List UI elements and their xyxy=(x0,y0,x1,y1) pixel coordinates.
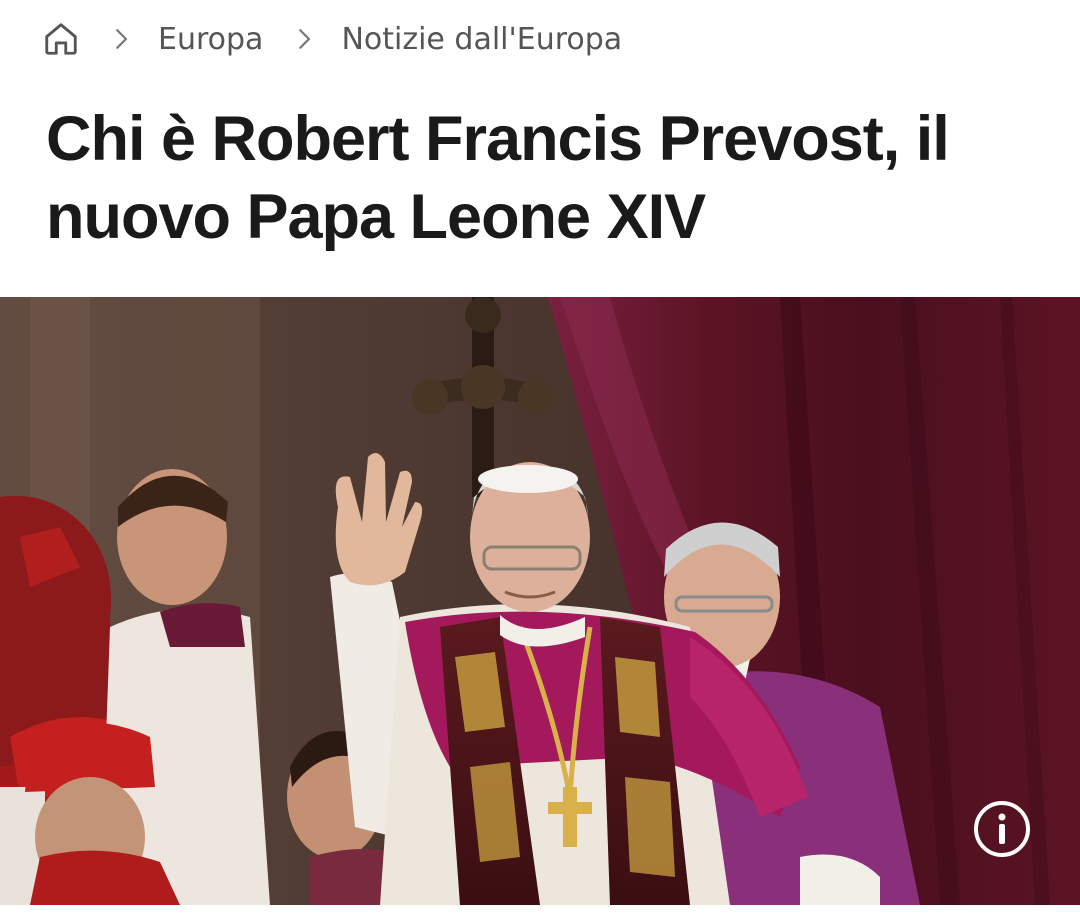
article-title: Chi è Robert Francis Prevost, il nuovo P… xyxy=(46,104,950,252)
info-icon[interactable] xyxy=(973,800,1031,858)
breadcrumb-item-europa[interactable]: Europa xyxy=(158,22,263,57)
chevron-right-icon xyxy=(289,24,319,54)
home-icon[interactable] xyxy=(42,20,80,58)
breadcrumb-item-notizie[interactable]: Notizie dall'Europa xyxy=(341,22,622,57)
chevron-right-icon xyxy=(106,24,136,54)
hero-image xyxy=(0,297,1080,905)
breadcrumb: Europa Notizie dall'Europa xyxy=(42,14,622,64)
